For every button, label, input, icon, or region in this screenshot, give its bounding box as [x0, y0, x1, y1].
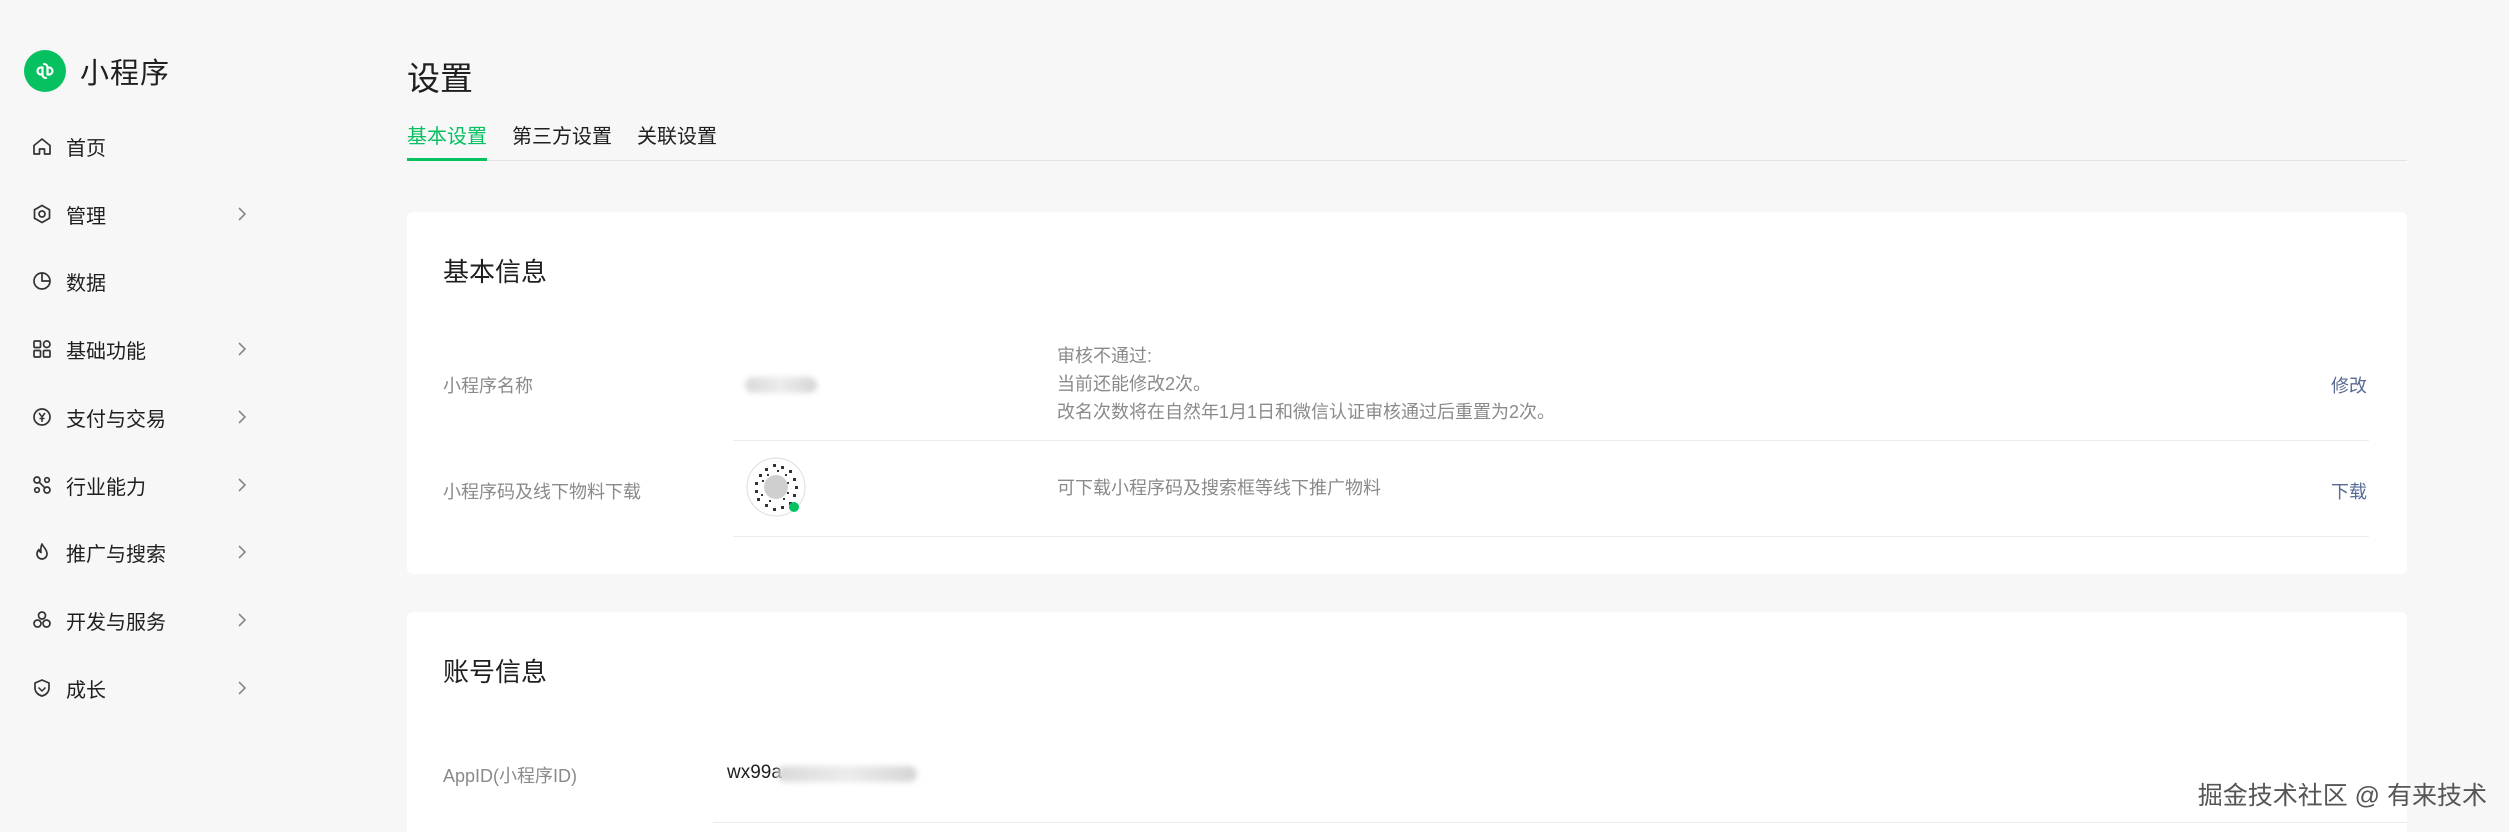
row-divider	[713, 822, 2407, 823]
notice-line: 当前还能修改2次。	[1057, 374, 1212, 394]
sidebar-item-label: 数据	[66, 272, 106, 295]
pie-chart-icon	[30, 269, 54, 293]
basic-info-card: 基本信息 小程序名称 审核不通过: 当前还能修改2次。 改名次数将在自然年1月1…	[407, 212, 2407, 574]
page-title: 设置	[407, 60, 473, 97]
brand-name: 小程序	[80, 58, 171, 90]
row-divider	[733, 440, 2369, 441]
account-info-card: 账号信息 AppID(小程序ID) wx99a	[407, 612, 2407, 832]
sidebar-item-promotion[interactable]: 推广与搜索	[30, 532, 250, 572]
card-title: 账号信息	[443, 657, 548, 687]
notice-line: 审核不通过:	[1057, 346, 1153, 366]
watermark: 掘金技术社区 @ 有来技术	[2197, 782, 2487, 810]
sidebar: 小程序 首页 管理 数据 基础功能 支付与交易 行业能力 推广与搜索 开发与服务…	[0, 0, 330, 832]
settings-tabs: 基本设置 第三方设置 关联设置	[407, 124, 2407, 161]
appid-masked-value	[777, 766, 917, 782]
chevron-right-icon	[234, 680, 250, 696]
card-title: 基本信息	[443, 257, 548, 287]
chevron-right-icon	[234, 206, 250, 222]
sidebar-item-growth[interactable]: 成长	[30, 668, 250, 708]
flame-icon	[30, 540, 54, 564]
sidebar-item-basic-functions[interactable]: 基础功能	[30, 329, 250, 369]
chevron-right-icon	[234, 341, 250, 357]
row-label-qrcode: 小程序码及线下物料下载	[443, 482, 641, 502]
tab-basic-settings[interactable]: 基本设置	[407, 124, 487, 161]
app-root: 小程序 首页 管理 数据 基础功能 支付与交易 行业能力 推广与搜索 开发与服务…	[0, 0, 2509, 832]
sidebar-item-label: 首页	[66, 137, 106, 160]
chevron-right-icon	[234, 477, 250, 493]
sidebar-item-label: 基础功能	[66, 340, 146, 363]
sidebar-item-label: 开发与服务	[66, 611, 166, 634]
brand[interactable]: 小程序	[24, 50, 170, 92]
main-content: 设置 基本设置 第三方设置 关联设置 基本信息 小程序名称 审核不通过: 当前还…	[407, 0, 2407, 832]
sidebar-item-home[interactable]: 首页	[30, 126, 250, 166]
appid-value: wx99a	[727, 762, 782, 783]
chevron-right-icon	[234, 612, 250, 628]
chevron-right-icon	[234, 544, 250, 560]
row-label-name: 小程序名称	[443, 376, 533, 396]
edit-name-link[interactable]: 修改	[2331, 372, 2367, 398]
yuan-coin-icon	[30, 405, 54, 429]
chevron-right-icon	[234, 409, 250, 425]
tab-linked-settings[interactable]: 关联设置	[637, 124, 717, 160]
miniprogram-logo-icon	[24, 50, 66, 92]
home-icon	[30, 134, 54, 158]
sidebar-item-label: 成长	[66, 679, 106, 702]
notice-line: 改名次数将在自然年1月1日和微信认证审核通过后重置为2次。	[1057, 402, 1556, 422]
name-change-notice: 审核不通过: 当前还能修改2次。 改名次数将在自然年1月1日和微信认证审核通过后…	[1057, 342, 1555, 426]
nodes-icon	[30, 473, 54, 497]
sidebar-item-label: 行业能力	[66, 476, 146, 499]
sidebar-item-data[interactable]: 数据	[30, 261, 250, 301]
sidebar-item-development[interactable]: 开发与服务	[30, 600, 250, 640]
tab-third-party-settings[interactable]: 第三方设置	[512, 124, 612, 160]
sidebar-item-manage[interactable]: 管理	[30, 194, 250, 234]
download-link[interactable]: 下载	[2331, 478, 2367, 504]
sidebar-item-payment[interactable]: 支付与交易	[30, 397, 250, 437]
sidebar-item-label: 推广与搜索	[66, 543, 166, 566]
row-divider	[733, 536, 2369, 537]
miniprogram-name-value	[745, 377, 817, 393]
qrcode-desc: 可下载小程序码及搜索框等线下推广物料	[1057, 478, 1381, 498]
sidebar-item-label: 支付与交易	[66, 408, 166, 431]
grid-icon	[30, 337, 54, 361]
sidebar-item-label: 管理	[66, 205, 106, 228]
cluster-icon	[30, 608, 54, 632]
leaf-badge-icon	[30, 676, 54, 700]
qrcode-image	[745, 456, 807, 518]
row-label-appid: AppID(小程序ID)	[443, 766, 578, 786]
hexagon-icon	[30, 202, 54, 226]
sidebar-item-industry[interactable]: 行业能力	[30, 465, 250, 505]
